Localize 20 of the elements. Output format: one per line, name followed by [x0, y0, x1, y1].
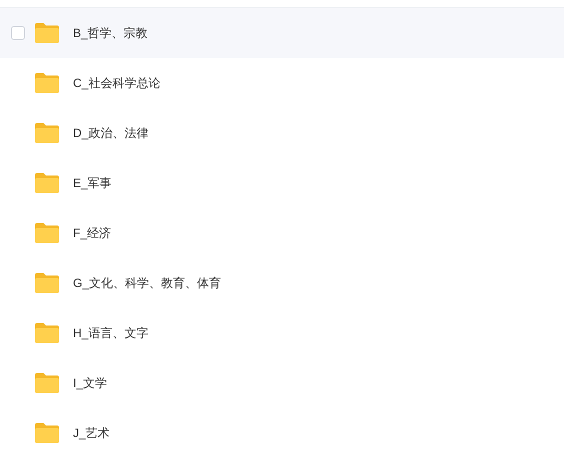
folder-icon — [34, 122, 60, 144]
folder-row[interactable]: B_哲学、宗教 — [0, 8, 564, 58]
folder-name: E_军事 — [73, 175, 112, 192]
folder-icon — [34, 422, 60, 444]
folder-name: H_语言、文字 — [73, 325, 148, 342]
folder-icon — [34, 322, 60, 344]
folder-icon — [34, 222, 60, 244]
folder-name: G_文化、科学、教育、体育 — [73, 275, 222, 292]
folder-icon — [34, 172, 60, 194]
folder-icon — [34, 72, 60, 94]
folder-name: F_经济 — [73, 225, 112, 242]
folder-name: D_政治、法律 — [73, 125, 148, 142]
folder-name: C_社会科学总论 — [73, 75, 160, 92]
folder-name: J_艺术 — [73, 425, 110, 442]
folder-name: I_文学 — [73, 375, 108, 392]
checkbox[interactable] — [11, 26, 25, 40]
folder-icon — [34, 272, 60, 294]
folder-icon — [34, 372, 60, 394]
folder-icon — [34, 22, 60, 44]
folder-name: B_哲学、宗教 — [73, 25, 148, 42]
